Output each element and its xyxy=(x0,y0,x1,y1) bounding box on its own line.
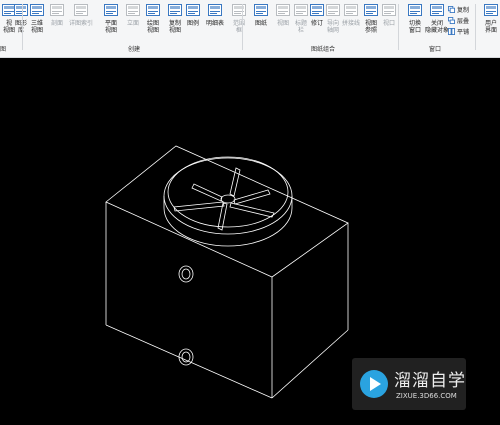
replicate-button[interactable]: 复制 xyxy=(448,5,469,14)
fan-blade xyxy=(173,201,225,212)
outlet-nozzle xyxy=(178,348,194,366)
tool-button-drafting-view[interactable]: 绘图 视图 xyxy=(142,2,164,42)
elevation-icon xyxy=(126,4,140,16)
tool-button-3d-view[interactable]: 三维 视图 xyxy=(26,2,48,42)
tool-label: 绘图 视图 xyxy=(146,20,159,34)
duplicate-view-icon xyxy=(168,4,182,16)
tool-button-user-interface[interactable]: 用户 界面 xyxy=(480,2,500,42)
cascade-icon xyxy=(448,17,455,24)
tool-button-section: 剖面 xyxy=(46,2,68,42)
fan-blade xyxy=(217,202,228,231)
tool-label: 复制 视图 xyxy=(168,20,181,34)
3d-view-icon xyxy=(30,4,44,16)
tool-label: 明细表 xyxy=(205,20,224,27)
cascade-button[interactable]: 层叠 xyxy=(448,16,469,25)
inlet-nozzle xyxy=(178,265,194,283)
tool-button-sheet[interactable]: 图纸 xyxy=(250,2,272,42)
tool-label: 导向 轴网 xyxy=(326,20,339,34)
separator xyxy=(475,4,476,50)
fan-blade xyxy=(191,183,223,202)
replicate-icon xyxy=(448,6,455,13)
group-label-create: 创建 xyxy=(128,46,141,53)
group-label-sheet-composition: 图纸组合 xyxy=(311,46,336,53)
cascade-label: 层叠 xyxy=(457,18,470,25)
scope-box-icon xyxy=(232,4,246,16)
section-icon xyxy=(50,4,64,16)
tool-button-legend[interactable]: 图例 xyxy=(182,2,204,42)
schedule-icon xyxy=(208,4,222,16)
tool-label: 平面 视图 xyxy=(104,20,117,34)
user-interface-icon xyxy=(484,4,498,16)
tool-label: 图纸 xyxy=(254,20,267,27)
close-hidden-icon xyxy=(430,4,444,16)
watermark-title: 溜溜自学 xyxy=(394,371,466,391)
matchline-icon xyxy=(344,4,358,16)
tool-button-viewport: 视口 xyxy=(378,2,400,42)
place-view-icon xyxy=(276,4,290,16)
tool-button-scope-box: 范围 框 xyxy=(228,2,250,42)
fan-blade xyxy=(229,202,275,218)
view-reference-icon xyxy=(364,4,378,16)
tool-button-elevation: 立面 xyxy=(122,2,144,42)
detail-callout-icon xyxy=(74,4,88,16)
tool-label: 详图索引 xyxy=(69,20,94,27)
tile-label: 平铺 xyxy=(457,29,470,36)
ribbon: 视 视图 图形 库三维 视图 剖面 详图索引 平面 视图 立面 绘图 视图 复制 视图 图例 明细… xyxy=(0,0,500,58)
separator xyxy=(22,4,23,50)
tank-edge xyxy=(271,329,349,399)
watermark: 溜溜自学 ZIXUE.3D66.COM xyxy=(352,358,466,410)
tile-button[interactable]: 平铺 xyxy=(448,27,469,36)
tool-label: 三维 视图 xyxy=(30,20,43,34)
tool-label: 拼接线 xyxy=(341,20,360,27)
switch-windows-icon xyxy=(408,4,422,16)
sheet-icon xyxy=(254,4,268,16)
tool-button-detail-callout: 详图索引 xyxy=(69,2,94,42)
tool-button-switch-windows[interactable]: 切换 窗口 xyxy=(404,2,426,42)
tool-label: 剖面 xyxy=(50,20,63,27)
tool-button-plan-view[interactable]: 平面 视图 xyxy=(100,2,122,42)
guide-grid-icon xyxy=(326,4,340,16)
group-label-presentation: 图 xyxy=(0,46,7,53)
viewport-icon xyxy=(382,4,396,16)
tool-label: 图例 xyxy=(186,20,199,27)
plan-view-icon xyxy=(104,4,118,16)
tank-edge xyxy=(105,324,273,399)
legend-icon xyxy=(186,4,200,16)
tool-label: 立面 xyxy=(126,20,139,27)
manhole-ring-side xyxy=(163,196,293,247)
group-label-windows: 窗口 xyxy=(429,46,442,53)
tool-label: 范围 框 xyxy=(232,20,245,34)
tool-button-schedule[interactable]: 明细表 xyxy=(204,2,226,42)
separator xyxy=(398,4,399,50)
watermark-logo-icon xyxy=(360,370,388,398)
tool-label: 视图 参照 xyxy=(364,20,377,34)
tool-label: 关闭 隐藏对象 xyxy=(425,20,450,34)
tile-icon xyxy=(448,28,455,35)
tool-label: 用户 界面 xyxy=(484,20,497,34)
tool-label: 视口 xyxy=(382,20,395,27)
fan-blade xyxy=(229,167,241,197)
watermark-url: ZIXUE.3D66.COM xyxy=(396,392,457,400)
tool-button-matchline: 拼接线 xyxy=(340,2,362,42)
tool-label: 切换 窗口 xyxy=(408,20,421,34)
tool-label: 视图 xyxy=(276,20,289,27)
tank-top-face xyxy=(105,145,349,278)
tool-button-close-hidden[interactable]: 关闭 隐藏对象 xyxy=(425,2,450,42)
drafting-view-icon xyxy=(146,4,160,16)
replicate-label: 复制 xyxy=(457,7,470,14)
separator xyxy=(242,4,243,50)
fan-blade xyxy=(233,189,271,205)
